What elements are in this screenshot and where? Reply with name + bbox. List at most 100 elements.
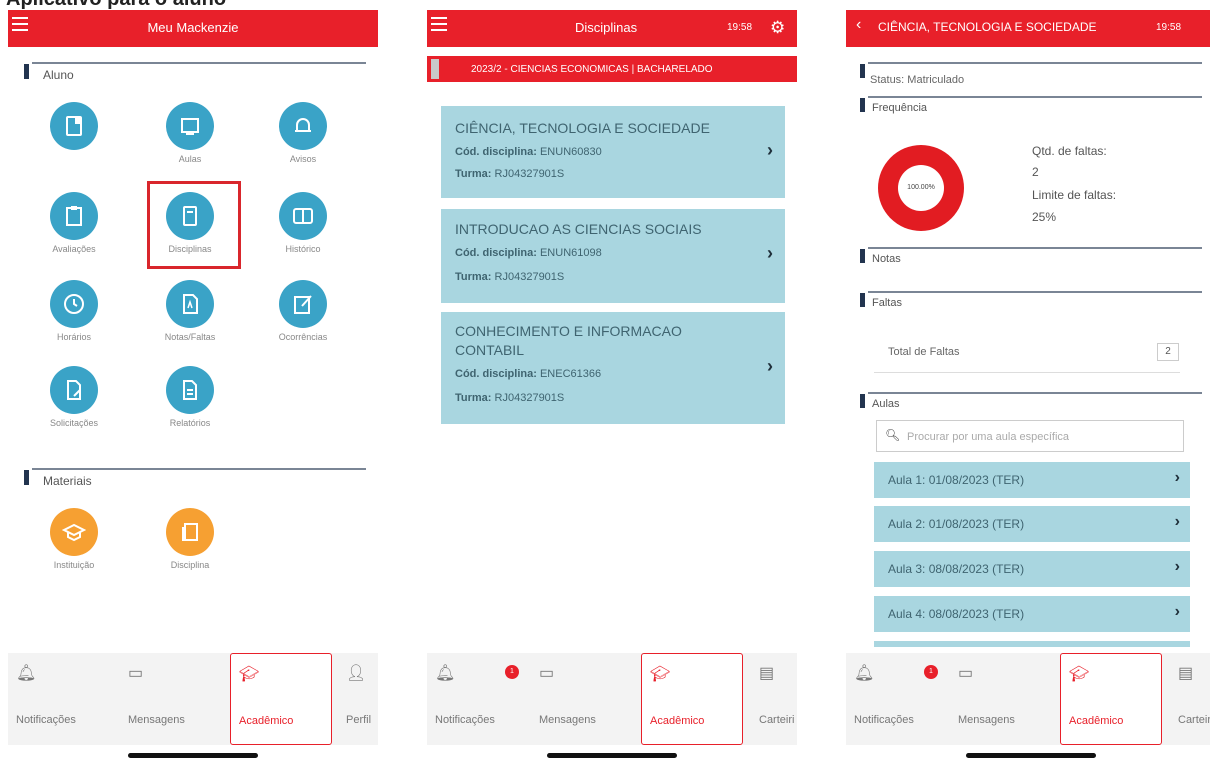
section-aluno: Aluno <box>18 62 366 84</box>
home-indicator <box>966 753 1096 758</box>
chevron-right-icon: › <box>767 243 773 263</box>
course-card[interactable]: INTRODUCAO AS CIENCIAS SOCIAIS Cód. disc… <box>441 209 785 303</box>
aula-row-partial <box>874 641 1190 647</box>
person-icon: 👤︎ <box>346 665 367 682</box>
total-faltas-label: Total de Faltas <box>888 346 960 358</box>
aluno-item-avaliacoes[interactable]: Avaliações <box>19 192 129 254</box>
board-icon <box>166 102 214 150</box>
nav-perfil[interactable]: 👤︎ Perfil <box>338 653 378 745</box>
nav-academico[interactable]: 🎓︎ Acadêmico <box>641 653 743 745</box>
limite-label: Limite de faltas: <box>1032 188 1117 202</box>
edit-note-icon <box>279 280 327 328</box>
limite-value: 25% <box>1032 210 1057 224</box>
section-materiais: Materiais <box>18 468 366 490</box>
course-card[interactable]: CIÊNCIA, TECNOLOGIA E SOCIEDADE Cód. dis… <box>441 106 785 198</box>
nav-notificacoes[interactable]: 🔔︎ 1 Notificações <box>427 653 529 745</box>
section-aulas: Aulas <box>860 392 1202 412</box>
aluno-item-solicitacoes[interactable]: Solicitações <box>19 366 129 428</box>
chevron-right-icon: › <box>767 356 773 376</box>
aluno-item-horarios[interactable]: Horários <box>19 280 129 342</box>
nav-academico[interactable]: 🎓︎ Acadêmico <box>1060 653 1162 745</box>
app-header: Disciplinas 19:58 ⚙ <box>427 10 797 47</box>
aula-search-input[interactable]: 🔍︎ Procurar por uma aula específica <box>876 420 1184 452</box>
status-text: Status: Matriculado <box>870 74 965 86</box>
divider <box>874 372 1180 373</box>
app-title: CIÊNCIA, TECNOLOGIA E SOCIEDADE <box>878 20 1097 34</box>
nav-notificacoes[interactable]: 🔔︎ Notificações <box>8 653 110 745</box>
home-indicator <box>128 753 258 758</box>
gear-icon[interactable]: ⚙ <box>770 18 785 38</box>
back-icon[interactable]: ‹ <box>856 16 861 34</box>
chevron-right-icon: › <box>1174 469 1180 486</box>
section-notas[interactable]: Notas <box>860 247 1202 267</box>
bell-icon: 🔔︎ <box>854 665 875 682</box>
graduation-cap-icon: 🎓︎ <box>239 666 260 683</box>
frequency-donut: 100.00% <box>878 145 964 231</box>
bottom-nav: 🔔︎ 1 Notificações ▭ Mensagens 🎓︎ Acadêmi… <box>846 653 1210 745</box>
app-title: Disciplinas <box>575 20 638 35</box>
nav-mensagens[interactable]: ▭ Mensagens <box>531 653 633 745</box>
chevron-right-icon: › <box>1174 513 1180 530</box>
nav-mensagens[interactable]: ▭ Mensagens <box>120 653 222 745</box>
faltas-qtd-label: Qtd. de faltas: <box>1032 144 1107 158</box>
aula-row[interactable]: Aula 1: 01/08/2023 (TER) › <box>874 462 1190 498</box>
materiais-item-disciplina[interactable]: Disciplina <box>135 508 245 570</box>
notification-badge: 1 <box>505 665 519 679</box>
aula-row[interactable]: Aula 2: 01/08/2023 (TER) › <box>874 506 1190 542</box>
chat-icon: ▭ <box>539 665 555 682</box>
nav-notificacoes[interactable]: 🔔︎ 1 Notificações <box>846 653 948 745</box>
screen-disciplina-detalhe: ‹ CIÊNCIA, TECNOLOGIA E SOCIEDADE 19:58 … <box>846 10 1210 760</box>
aluno-item-1[interactable] <box>19 102 129 154</box>
document-icon <box>50 102 98 150</box>
nav-academico[interactable]: 🎓︎ Acadêmico <box>230 653 332 745</box>
app-title: Meu Mackenzie <box>147 20 239 35</box>
nav-mensagens[interactable]: ▭ Mensagens <box>950 653 1052 745</box>
faltas-qtd-value: 2 <box>1032 165 1039 179</box>
aluno-item-historico[interactable]: Histórico <box>248 192 358 254</box>
home-indicator <box>547 753 677 758</box>
clock-icon <box>50 280 98 328</box>
chat-icon: ▭ <box>128 665 144 682</box>
aluno-item-relatorios[interactable]: Relatórios <box>135 366 245 428</box>
chat-icon: ▭ <box>958 665 974 682</box>
grade-icon <box>166 280 214 328</box>
bell-icon <box>279 102 327 150</box>
nav-carteira[interactable]: ▤ Carteiri <box>751 653 797 745</box>
donut-label: 100.00% <box>898 165 944 211</box>
course-card[interactable]: CONHECIMENTO E INFORMACAO CONTABIL Cód. … <box>441 312 785 424</box>
bell-icon: 🔔︎ <box>435 665 456 682</box>
semester-label: 2023/2 - CIENCIAS ECONOMICAS | BACHARELA… <box>471 64 713 75</box>
aula-row[interactable]: Aula 4: 08/08/2023 (TER) › <box>874 596 1190 632</box>
aluno-item-notas-faltas[interactable]: Notas/Faltas <box>135 280 245 342</box>
graduation-cap-icon: 🎓︎ <box>1069 666 1090 683</box>
section-materiais-label: Materiais <box>43 474 92 488</box>
graduation-cap-icon: 🎓︎ <box>650 666 671 683</box>
section-faltas[interactable]: Faltas <box>860 291 1202 311</box>
open-book-icon <box>279 192 327 240</box>
aula-row[interactable]: Aula 3: 08/08/2023 (TER) › <box>874 551 1190 587</box>
app-header: ‹ CIÊNCIA, TECNOLOGIA E SOCIEDADE 19:58 <box>846 10 1210 47</box>
aluno-item-avisos[interactable]: Avisos <box>248 102 358 164</box>
app-header: Meu Mackenzie <box>8 10 378 47</box>
clipboard-icon <box>50 192 98 240</box>
aluno-item-aulas[interactable]: Aulas <box>135 102 245 164</box>
clock-time: 19:58 <box>727 22 753 33</box>
files-icon <box>166 508 214 556</box>
nav-carteira[interactable]: ▤ Carteir <box>1170 653 1210 745</box>
chevron-right-icon: › <box>767 140 773 160</box>
screen-menu: Meu Mackenzie Aluno Aulas Avisos Avaliaç… <box>8 10 378 760</box>
materiais-item-instituicao[interactable]: Instituição <box>19 508 129 570</box>
highlight-box <box>147 181 241 269</box>
clock-time: 19:58 <box>1156 22 1182 33</box>
screen-disciplinas: Disciplinas 19:58 ⚙ 2023/2 - CIENCIAS EC… <box>427 10 797 760</box>
report-icon <box>166 366 214 414</box>
aluno-item-ocorrencias[interactable]: Ocorrências <box>248 280 358 342</box>
bottom-nav: 🔔︎ Notificações ▭ Mensagens 🎓︎ Acadêmico… <box>8 653 378 745</box>
request-icon <box>50 366 98 414</box>
menu-icon[interactable] <box>431 17 447 33</box>
chevron-right-icon: › <box>1174 603 1180 620</box>
semester-bar: 2023/2 - CIENCIAS ECONOMICAS | BACHARELA… <box>427 56 797 82</box>
id-card-icon: ▤ <box>1178 665 1194 682</box>
notification-badge: 1 <box>924 665 938 679</box>
total-faltas-value: 2 <box>1157 343 1179 361</box>
